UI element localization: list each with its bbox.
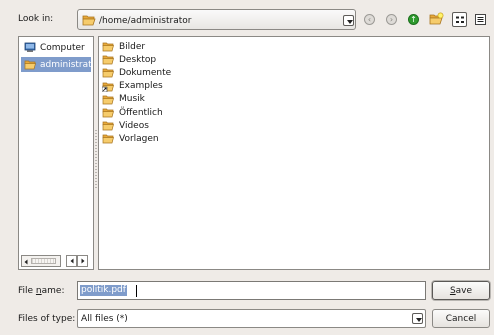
folder-icon (102, 135, 114, 144)
parent-directory-button[interactable]: ↑ (407, 13, 420, 26)
folder-icon (102, 95, 114, 105)
arrow-left-icon (70, 258, 74, 264)
look-in-path: /home/administrator (99, 16, 192, 26)
folder-icon (102, 42, 114, 52)
list-view-button[interactable] (452, 12, 467, 27)
file-type-label: Files of type: (18, 314, 76, 324)
file-list-item[interactable]: Öffentlich (102, 106, 163, 119)
file-list-item-label: Desktop (119, 54, 157, 65)
new-folder-icon (429, 12, 443, 25)
cancel-button[interactable]: Cancel (432, 309, 490, 328)
folder-icon (102, 108, 114, 118)
forward-arrow-icon: › (386, 14, 397, 25)
back-button[interactable]: ‹ (363, 13, 376, 26)
file-list-item[interactable]: Examples (102, 80, 163, 93)
save-button[interactable]: Save (432, 281, 490, 300)
detail-view-button[interactable] (473, 12, 488, 27)
sidebar-horizontal-scrollbar[interactable] (21, 255, 61, 267)
cancel-button-label: Cancel (445, 313, 477, 324)
file-list-item-label: Musik (119, 94, 145, 105)
detail-view-icon (475, 14, 486, 25)
back-arrow-icon: ‹ (364, 14, 375, 25)
file-list-item[interactable]: Musik (102, 93, 145, 106)
arrow-right-icon (81, 258, 85, 264)
look-in-label: Look in: (18, 14, 54, 24)
file-name-label: File name: (18, 286, 65, 296)
list-view-icon (456, 16, 464, 23)
sidebar-item-administrator[interactable]: administrator (21, 57, 91, 72)
up-arrow-icon: ↑ (408, 14, 419, 25)
new-folder-button[interactable] (428, 11, 444, 27)
folder-icon (102, 55, 114, 65)
file-list-item-label: Bilder (119, 41, 146, 52)
file-list[interactable]: Bilder Desktop Dokumente Examples Musik Öffen… (98, 36, 490, 270)
file-list-item[interactable]: Bilder (102, 40, 145, 53)
look-in-dropdown-button[interactable] (343, 15, 354, 26)
file-list-item-label: Videos (119, 120, 149, 131)
file-type-dropdown-button[interactable] (412, 313, 423, 324)
file-list-item[interactable]: Videos (102, 119, 149, 132)
file-list-item-label: Vorlagen (119, 133, 159, 144)
file-list-item-label: Dokumente (119, 67, 172, 78)
sidebar-item-computer[interactable]: Computer (21, 40, 91, 55)
file-type-value: All files (*) (81, 314, 128, 324)
folder-icon (24, 60, 36, 70)
scroll-left-button[interactable] (66, 255, 77, 267)
sidebar-item-label: administrator (40, 59, 91, 70)
file-list-item[interactable]: Dokumente (102, 66, 171, 79)
file-list-item[interactable]: Vorlagen (102, 132, 159, 145)
sidebar-item-label: Computer (40, 42, 85, 53)
file-list-item-label: Examples (119, 81, 163, 92)
splitter-handle[interactable] (95, 130, 97, 190)
file-type-combo[interactable]: All files (*) (77, 309, 426, 328)
folder-link-icon (102, 82, 114, 92)
forward-button[interactable]: › (385, 13, 398, 26)
places-sidebar[interactable]: Computer administrator (18, 36, 94, 270)
file-name-input[interactable]: politik.pdf (77, 281, 426, 300)
save-button-label: Save (449, 285, 473, 296)
text-cursor (136, 285, 137, 297)
scroll-thumb[interactable] (31, 258, 56, 264)
scroll-left-icon (23, 258, 29, 265)
look-in-combo[interactable]: /home/administrator (77, 9, 356, 30)
file-list-item[interactable]: Desktop (102, 53, 156, 66)
folder-icon (102, 121, 114, 131)
scroll-right-button[interactable] (77, 255, 88, 267)
computer-icon (24, 42, 36, 52)
file-name-value: politik.pdf (80, 285, 127, 296)
folder-open-icon (82, 15, 96, 26)
folder-icon (102, 69, 114, 78)
file-list-item-label: Öffentlich (119, 107, 163, 118)
